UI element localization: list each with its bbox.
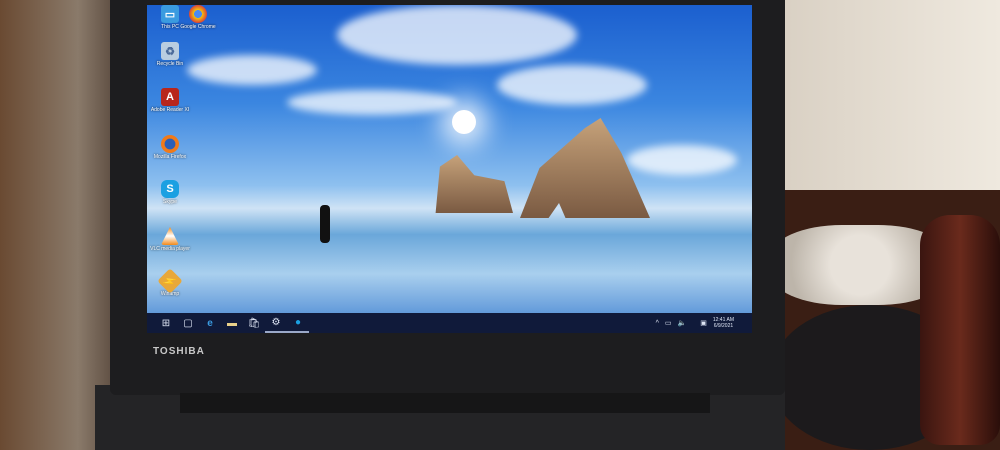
edge-icon: e	[207, 317, 213, 329]
skype-icon: S	[161, 180, 179, 198]
firefox-icon	[161, 135, 179, 153]
desktop-screen[interactable]: ▭ This PC Google Chrome ♻ Recycle Bin A Ado…	[147, 5, 752, 333]
desktop-icon-adobe-reader[interactable]: A Adobe Reader XI	[149, 88, 191, 113]
task-view-icon: ▢	[183, 317, 193, 329]
battery-icon[interactable]: ▭	[665, 319, 672, 327]
skype-taskbar-button[interactable]: ●	[287, 313, 309, 333]
chrome-icon	[189, 5, 207, 23]
desktop-icon-vlc[interactable]: VLC media player	[149, 227, 191, 252]
settings-button[interactable]: ⚙	[265, 313, 287, 333]
gear-icon: ⚙	[271, 316, 281, 328]
skype-icon: ●	[294, 316, 302, 328]
rock-arch	[520, 118, 650, 218]
chevron-up-icon[interactable]: ^	[656, 320, 659, 327]
runner-silhouette	[320, 205, 330, 243]
edge-button[interactable]: e	[199, 313, 221, 333]
clock-date: 6/9/2021	[713, 323, 734, 329]
taskbar: ⊞ ▢ e ▬ 🛍 ⚙ ● ^ ▭ 🔈 ▣ 12:41 AM 6/9/2021	[147, 313, 752, 333]
action-center-icon[interactable]: ▣	[700, 319, 707, 327]
sun	[452, 110, 476, 134]
rock-left	[435, 155, 513, 213]
system-tray: ^ ▭ 🔈 ▣ 12:41 AM 6/9/2021	[656, 313, 734, 333]
task-view-button[interactable]: ▢	[177, 313, 199, 333]
file-explorer-button[interactable]: ▬	[221, 313, 243, 333]
start-button[interactable]: ⊞	[155, 313, 177, 333]
vase	[920, 215, 1000, 445]
recycle-bin-icon: ♻	[161, 42, 179, 60]
desktop-icon-chrome[interactable]: Google Chrome	[177, 5, 219, 30]
desktop-icon-skype[interactable]: S Skype	[149, 180, 191, 205]
volume-icon[interactable]: 🔈	[678, 319, 687, 327]
desktop-icon-firefox[interactable]: Mozilla Firefox	[149, 135, 191, 160]
folder-icon: ▬	[227, 317, 237, 329]
desktop-icon-recycle-bin[interactable]: ♻ Recycle Bin	[149, 42, 191, 67]
laptop-brand: TOSHIBA	[153, 346, 205, 357]
windows-icon: ⊞	[161, 317, 171, 329]
store-icon: 🛍	[247, 317, 261, 329]
vlc-icon	[161, 227, 179, 245]
laptop-hinge	[180, 393, 710, 413]
winamp-icon: ⚡	[157, 268, 183, 294]
clock[interactable]: 12:41 AM 6/9/2021	[713, 317, 734, 329]
store-button[interactable]: 🛍	[243, 313, 265, 333]
adobe-reader-icon: A	[161, 88, 179, 106]
background-wall	[770, 0, 1000, 200]
desktop-icon-winamp[interactable]: ⚡ Winamp	[149, 268, 191, 297]
